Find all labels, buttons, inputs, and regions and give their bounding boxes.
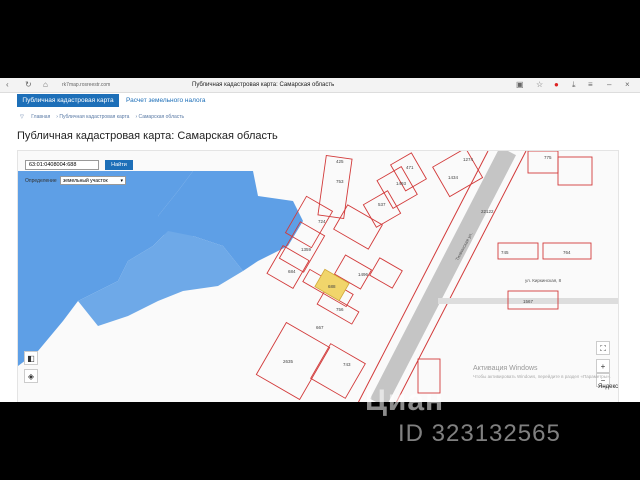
parcel-label: 471	[406, 165, 414, 170]
breadcrumb-home[interactable]: Главная	[31, 114, 50, 120]
parcel-label: 537	[378, 202, 386, 207]
parcel-label: 688	[328, 284, 336, 289]
parcel-label: 1567	[523, 299, 534, 304]
parcel-label: 22122	[481, 209, 494, 214]
site-nav: Публичная кадастровая карта Расчет земел…	[0, 93, 640, 109]
find-button[interactable]: Найти	[105, 160, 133, 170]
cadastral-map[interactable]: 425 753 1274 775 471 1493 1434 537 724 1…	[17, 150, 619, 402]
cadastral-number-input[interactable]	[25, 160, 99, 170]
parcel-label: 1274	[463, 157, 474, 162]
download-icon[interactable]: ⤓	[572, 80, 576, 90]
browser-page-title: Публичная кадастровая карта: Самарская о…	[192, 82, 335, 88]
basemap-icon[interactable]: ◈	[24, 369, 38, 383]
windows-activation-text: Чтобы активировать Windows, перейдите в …	[473, 374, 611, 379]
breadcrumb-icon: ▽	[20, 114, 24, 120]
chevron-down-icon: ▾	[120, 178, 123, 184]
parcel-label: 745	[501, 250, 509, 255]
fullscreen-icon[interactable]: ⛶	[596, 341, 610, 355]
back-icon[interactable]: ‹	[6, 80, 9, 90]
parcel-label: 2635	[283, 359, 294, 364]
cian-watermark: Циан	[365, 384, 445, 417]
parcel-label: 753	[336, 179, 344, 184]
page-title: Публичная кадастровая карта: Самарская о…	[17, 130, 278, 142]
opera-icon[interactable]: ●	[554, 80, 559, 90]
browser-toolbar: ‹ ↻ ⌂ rk7map.rosreestr.com Публичная кад…	[0, 78, 640, 93]
extension-icon[interactable]: ▣	[516, 80, 524, 90]
object-type-select[interactable]: земельный участок ▾	[60, 176, 126, 185]
parcel-label: 764	[563, 250, 571, 255]
parcel-label: 1493	[396, 181, 407, 186]
parcel-label: 1496	[358, 272, 369, 277]
reload-icon[interactable]: ↻	[25, 80, 32, 90]
parcel-label: 724	[318, 219, 326, 224]
parcel-label: 425	[336, 159, 344, 164]
street-label: ул. Киркинская, 8	[525, 278, 562, 283]
object-type-value: земельный участок	[63, 178, 108, 184]
road-edge	[357, 151, 489, 402]
parcel-label: 756	[336, 307, 344, 312]
listing-id-watermark: ID 323132565	[398, 420, 561, 447]
zoom-in-icon[interactable]: +	[596, 359, 610, 373]
windows-activation-title: Активация Windows	[473, 365, 538, 372]
tab-land-tax[interactable]: Расчет земельного налога	[126, 94, 205, 107]
tab-cadastral-map[interactable]: Публичная кадастровая карта	[17, 94, 119, 107]
address-bar[interactable]: rk7map.rosreestr.com	[62, 81, 182, 89]
parcel-label: 743	[343, 362, 351, 367]
breadcrumb: ▽ Главная › Публичная кадастровая карта › …	[20, 114, 185, 120]
bookmark-icon[interactable]: ☆	[536, 80, 543, 90]
screen: ‹ ↻ ⌂ rk7map.rosreestr.com Публичная кад…	[0, 78, 640, 402]
parcel-label: 775	[544, 155, 552, 160]
breadcrumb-map[interactable]: Публичная кадастровая карта	[59, 114, 129, 120]
layers-icon[interactable]: ◧	[24, 351, 38, 365]
settings-icon[interactable]: ≡	[588, 80, 593, 90]
home-icon[interactable]: ⌂	[43, 80, 48, 90]
yandex-logo: Яндекс	[598, 384, 619, 390]
close-icon[interactable]: ×	[625, 80, 630, 90]
breadcrumb-region: Самарская область	[138, 114, 185, 120]
parcel-label: 667	[316, 325, 324, 330]
parcel-label: 684	[288, 269, 296, 274]
parcel-label: 1434	[448, 175, 459, 180]
parcel-label: 1359	[301, 247, 312, 252]
define-label: Определение	[25, 178, 57, 184]
minimize-icon[interactable]: –	[607, 80, 611, 90]
